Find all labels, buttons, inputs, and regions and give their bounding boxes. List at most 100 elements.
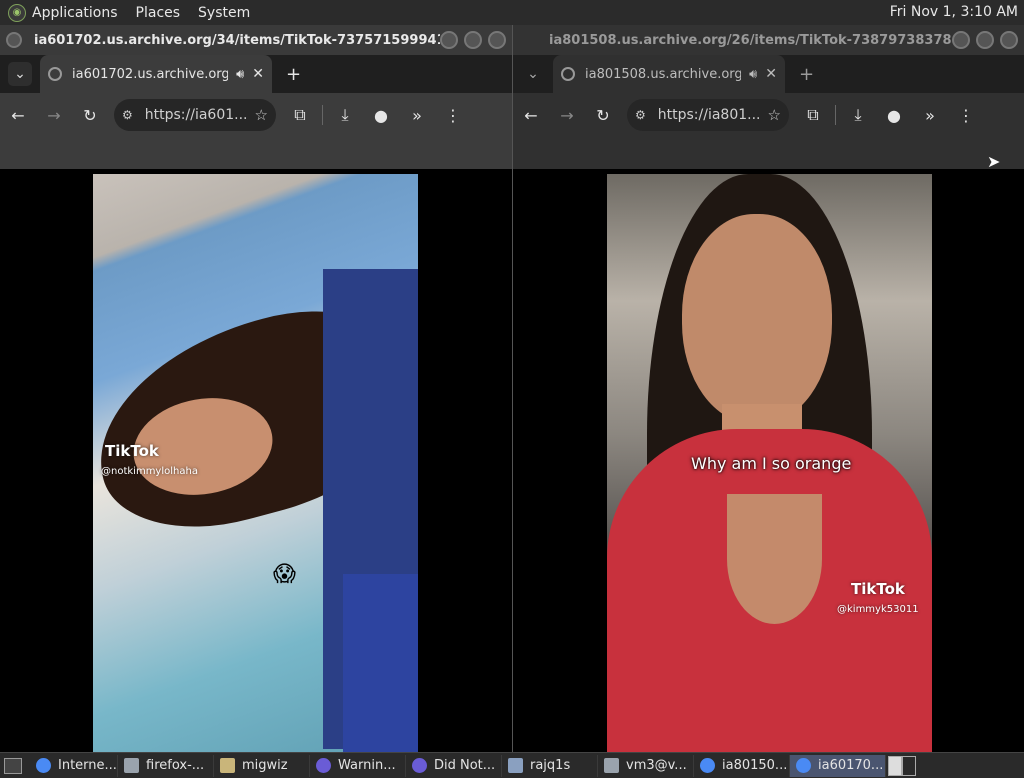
video-player[interactable]: TikTok @notkimmylolhaha 😱 <box>93 174 418 752</box>
url-text[interactable]: https://ia601... <box>145 107 255 123</box>
address-bar[interactable]: ⚙ https://ia601... ☆ <box>114 99 276 131</box>
extensions-icon[interactable]: ⧉ <box>795 105 831 125</box>
toolbar-separator <box>322 105 323 125</box>
applications-menu[interactable]: Applications <box>32 5 118 21</box>
globe-icon <box>48 67 62 81</box>
browser-window-right: ia801508.us.archive.org/26/items/TikTok-… <box>512 25 1024 752</box>
workspace-1[interactable] <box>888 755 902 776</box>
taskbar-item-label: ia80150... <box>722 758 788 773</box>
tab-search-button[interactable]: ⌄ <box>8 62 32 86</box>
forward-icon[interactable]: → <box>549 106 585 125</box>
maximize-button[interactable] <box>976 31 994 49</box>
tab-strip: ⌄ ia801508.us.archive.org/ 🔊︎ ✕ + <box>513 55 1024 93</box>
clock[interactable]: Fri Nov 1, 3:10 AM <box>890 4 1018 20</box>
taskbar-item[interactable]: firefox-... <box>118 754 214 777</box>
window-titlebar[interactable]: ia801508.us.archive.org/26/items/TikTok-… <box>513 25 1024 55</box>
globe-icon <box>561 67 575 81</box>
window-titlebar[interactable]: ia601702.us.archive.org/34/items/TikTok-… <box>0 25 512 55</box>
address-bar[interactable]: ⚙ https://ia801... ☆ <box>627 99 789 131</box>
taskbar-item-label: firefox-... <box>146 758 205 773</box>
maximize-button[interactable] <box>464 31 482 49</box>
shirt-shape-2 <box>343 574 418 752</box>
top-panel: ◉ Applications Places System Fri Nov 1, … <box>0 0 1024 25</box>
speaker-icon[interactable]: 🔊︎ <box>749 67 757 82</box>
taskbar-item[interactable]: ia60170... <box>790 754 886 777</box>
image-icon <box>508 758 523 773</box>
chrome-icon <box>36 758 51 773</box>
site-info-icon[interactable]: ⚙ <box>635 108 646 122</box>
close-window-button[interactable] <box>1000 31 1018 49</box>
taskbar-item-label: Interne... <box>58 758 117 773</box>
profile-icon[interactable]: ● <box>363 106 399 125</box>
taskbar-item-label: Warnin... <box>338 758 396 773</box>
page-content: Why am I so orange TikTok @kimmyk53011 <box>513 174 1024 752</box>
chrome-icon <box>700 758 715 773</box>
bookmark-star-icon[interactable]: ☆ <box>255 106 268 124</box>
taskbar-item-label: rajq1s <box>530 758 571 773</box>
system-menu[interactable]: System <box>198 5 250 21</box>
tiktok-watermark: TikTok <box>105 442 159 460</box>
speaker-icon[interactable]: 🔊︎ <box>236 67 244 82</box>
minimize-button[interactable] <box>440 31 458 49</box>
distro-logo-icon[interactable]: ◉ <box>8 3 26 22</box>
nav-toolbar: ← → ↻ ⚙ https://ia601... ☆ ⧉ ⤓ ● » ⋮ <box>0 93 512 137</box>
tab-search-button[interactable]: ⌄ <box>521 62 545 86</box>
face-shape <box>682 214 832 424</box>
taskbar-item[interactable]: Did Not... <box>406 754 502 777</box>
close-window-button[interactable] <box>488 31 506 49</box>
profile-icon[interactable]: ● <box>876 106 912 125</box>
taskbar-item[interactable]: Warnin... <box>310 754 406 777</box>
close-tab-icon[interactable]: ✕ <box>765 66 777 82</box>
tab-label: ia601702.us.archive.org/3 <box>72 66 229 82</box>
terminal-icon <box>124 758 139 773</box>
taskbar-item-label: ia60170... <box>818 758 884 773</box>
chest-shape <box>727 494 822 624</box>
new-tab-button[interactable]: + <box>286 64 301 85</box>
chrome-icon <box>796 758 811 773</box>
window-menu-icon[interactable] <box>6 32 22 48</box>
browser-window-left: ia601702.us.archive.org/34/items/TikTok-… <box>0 25 512 752</box>
workspace-switcher[interactable] <box>888 755 916 776</box>
firefox-icon <box>412 758 427 773</box>
browser-tab[interactable]: ia801508.us.archive.org/ 🔊︎ ✕ <box>553 55 785 93</box>
new-tab-button[interactable]: + <box>799 64 814 85</box>
kebab-menu-icon[interactable]: ⋮ <box>948 106 984 125</box>
video-player[interactable]: Why am I so orange TikTok @kimmyk53011 <box>607 174 932 752</box>
terminal-icon <box>604 758 619 773</box>
reload-icon[interactable]: ↻ <box>585 106 621 125</box>
back-icon[interactable]: ← <box>513 106 549 125</box>
info-bar: ➤ <box>513 137 1024 171</box>
kebab-menu-icon[interactable]: ⋮ <box>435 106 471 125</box>
extensions-icon[interactable]: ⧉ <box>282 105 318 125</box>
show-desktop-icon[interactable] <box>4 757 22 774</box>
info-bar <box>0 137 512 169</box>
taskbar-item-label: Did Not... <box>434 758 496 773</box>
taskbar-item-label: migwiz <box>242 758 288 773</box>
taskbar-item[interactable]: rajq1s <box>502 754 598 777</box>
site-info-icon[interactable]: ⚙ <box>122 108 133 122</box>
download-icon[interactable]: ⤓ <box>327 105 363 125</box>
url-text[interactable]: https://ia801... <box>658 107 768 123</box>
reload-icon[interactable]: ↻ <box>72 106 108 125</box>
taskbar: Interne... firefox-... migwiz Warnin... … <box>0 752 1024 778</box>
tiktok-watermark: TikTok <box>851 580 905 598</box>
overflow-chevron-icon[interactable]: » <box>399 106 435 125</box>
minimize-button[interactable] <box>952 31 970 49</box>
taskbar-item[interactable]: ia80150... <box>694 754 790 777</box>
bookmark-star-icon[interactable]: ☆ <box>768 106 781 124</box>
forward-icon[interactable]: → <box>36 106 72 125</box>
workspace-2[interactable] <box>902 755 916 776</box>
tiktok-handle: @kimmyk53011 <box>837 604 919 615</box>
close-tab-icon[interactable]: ✕ <box>252 66 264 82</box>
overflow-chevron-icon[interactable]: » <box>912 106 948 125</box>
taskbar-item[interactable]: Interne... <box>30 754 118 777</box>
taskbar-item[interactable]: vm3@v... <box>598 754 694 777</box>
download-icon[interactable]: ⤓ <box>840 105 876 125</box>
taskbar-item[interactable]: migwiz <box>214 754 310 777</box>
window-title: ia801508.us.archive.org/26/items/TikTok-… <box>549 32 952 48</box>
browser-tab[interactable]: ia601702.us.archive.org/3 🔊︎ ✕ <box>40 55 272 93</box>
back-icon[interactable]: ← <box>0 106 36 125</box>
tiktok-handle: @notkimmylolhaha <box>101 466 198 477</box>
mouse-cursor-icon: ➤ <box>987 152 1001 171</box>
places-menu[interactable]: Places <box>136 5 181 21</box>
